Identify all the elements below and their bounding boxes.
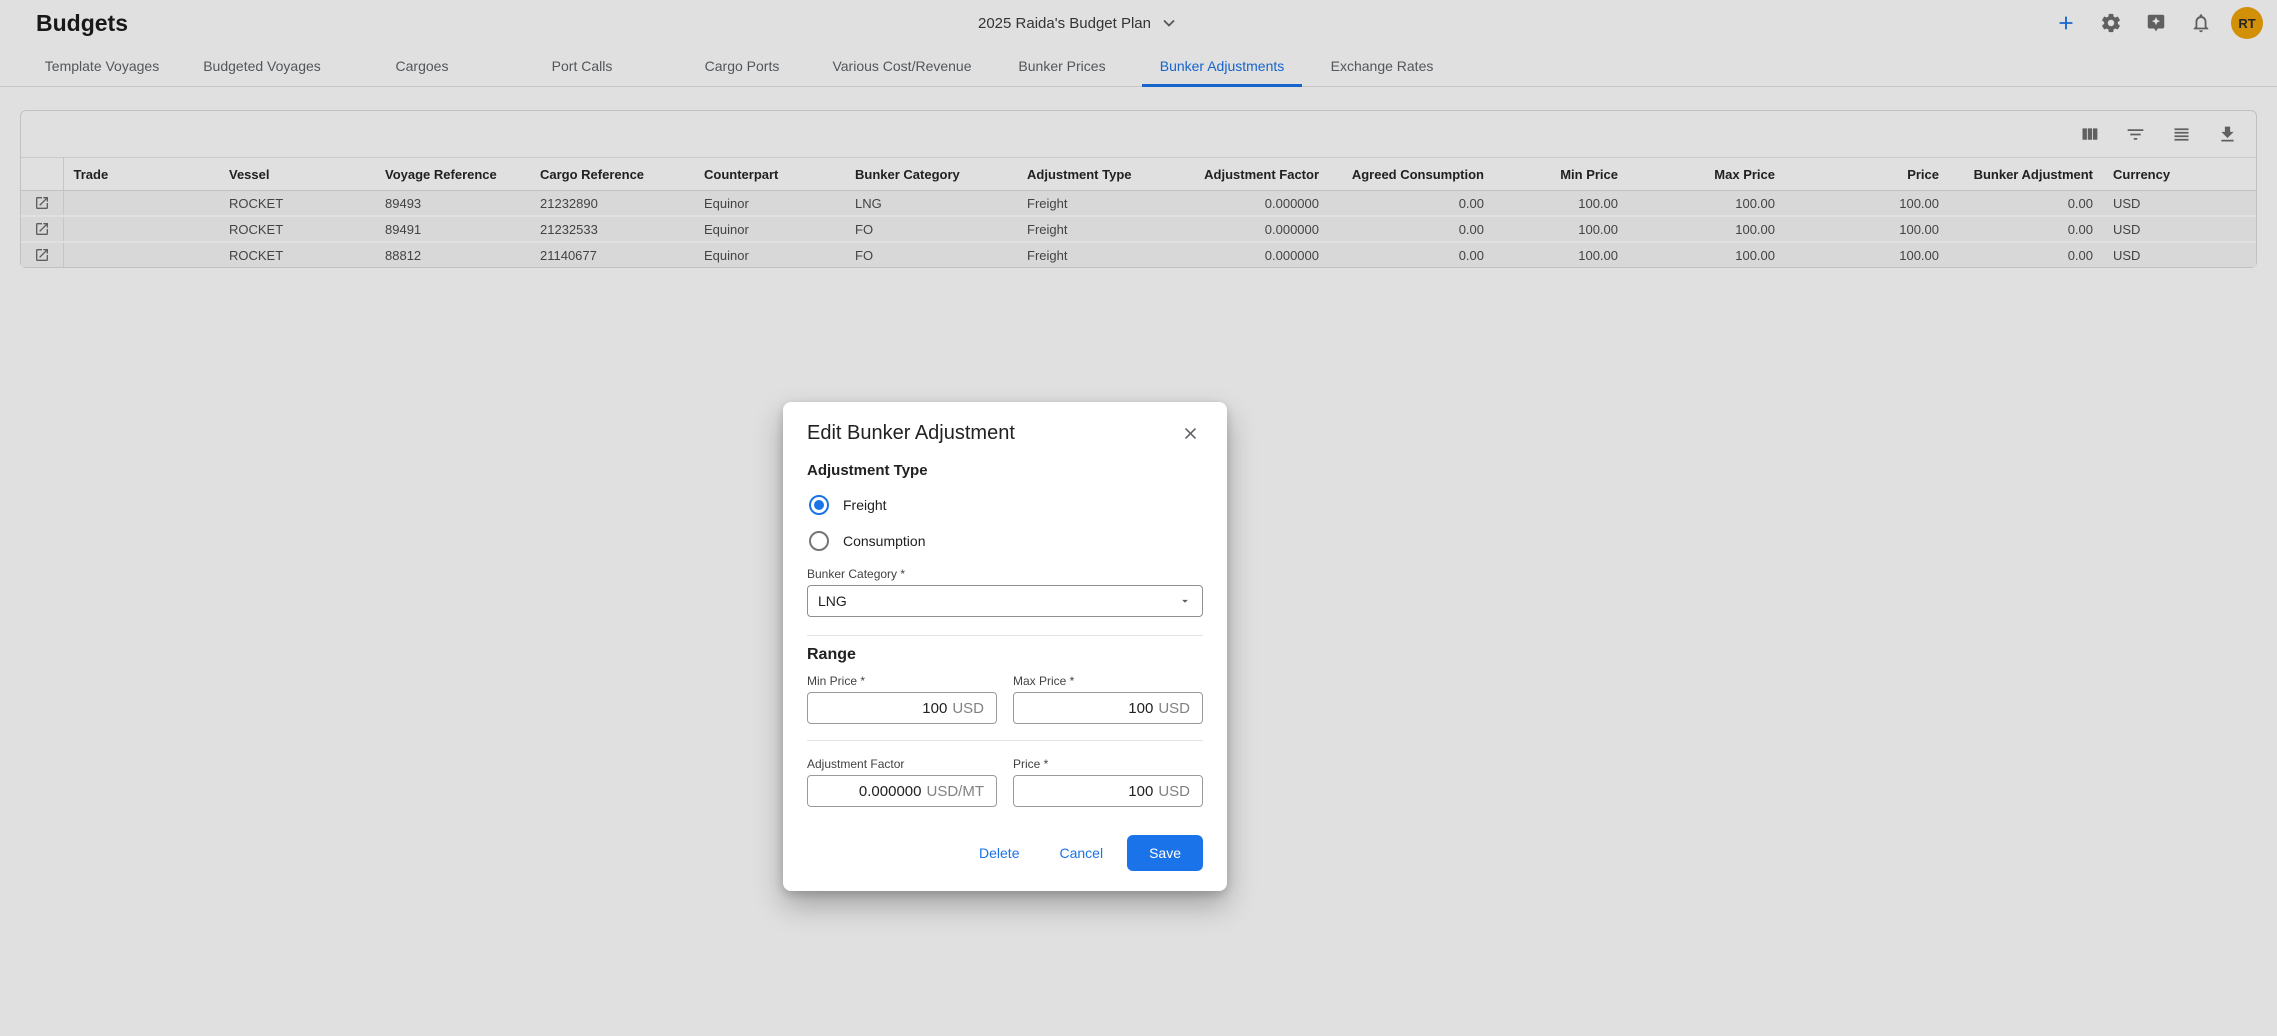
cancel-button[interactable]: Cancel: [1043, 836, 1119, 870]
min-price-label: Min Price *: [807, 674, 997, 688]
min-price-input[interactable]: 100 USD: [807, 692, 997, 724]
price-unit: USD: [1158, 783, 1190, 800]
dropdown-arrow-icon: [1178, 594, 1192, 608]
radio-unselected-icon: [809, 531, 829, 551]
price-input[interactable]: 100 USD: [1013, 775, 1203, 807]
close-button[interactable]: [1177, 420, 1203, 446]
close-icon: [1181, 424, 1200, 443]
divider: [807, 635, 1203, 636]
price-label: Price *: [1013, 757, 1203, 771]
max-price-unit: USD: [1158, 700, 1190, 717]
adjustment-factor-input[interactable]: 0.000000 USD/MT: [807, 775, 997, 807]
divider: [807, 740, 1203, 741]
radio-selected-icon: [809, 495, 829, 515]
adjustment-factor-label: Adjustment Factor: [807, 757, 997, 771]
max-price-label: Max Price *: [1013, 674, 1203, 688]
bunker-category-select[interactable]: LNG: [807, 585, 1203, 617]
adjustment-type-label: Adjustment Type: [807, 462, 1203, 479]
min-price-unit: USD: [952, 700, 984, 717]
edit-bunker-adjustment-modal: Edit Bunker Adjustment Adjustment Type F…: [783, 402, 1227, 891]
save-button[interactable]: Save: [1127, 835, 1203, 871]
bunker-category-value: LNG: [818, 593, 847, 609]
delete-button[interactable]: Delete: [963, 836, 1035, 870]
adjustment-factor-unit: USD/MT: [927, 783, 985, 800]
range-label: Range: [807, 646, 1203, 664]
modal-title: Edit Bunker Adjustment: [807, 422, 1015, 445]
max-price-input[interactable]: 100 USD: [1013, 692, 1203, 724]
radio-freight[interactable]: Freight: [807, 495, 1203, 515]
bunker-category-label: Bunker Category *: [807, 567, 1203, 581]
radio-consumption[interactable]: Consumption: [807, 531, 1203, 551]
